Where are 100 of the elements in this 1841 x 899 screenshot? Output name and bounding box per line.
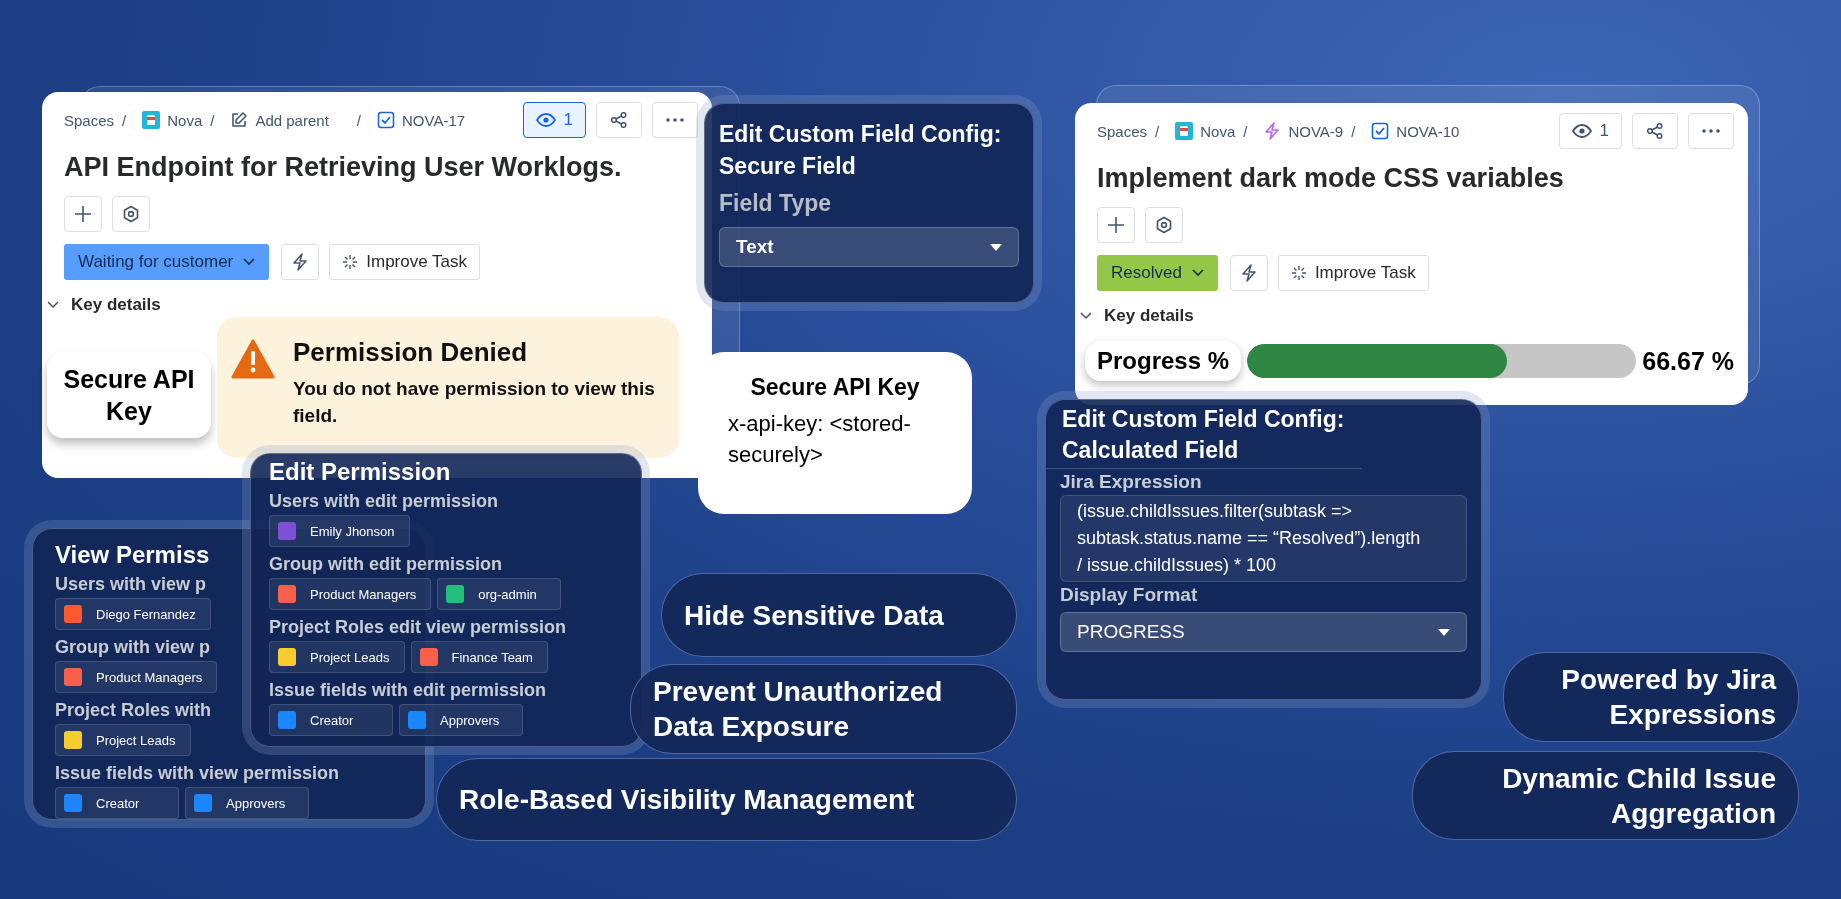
section-label: Group with view p bbox=[55, 637, 210, 658]
share-icon bbox=[610, 111, 628, 129]
lightning-icon bbox=[1263, 122, 1282, 140]
feature-label: Role-Based Visibility Management bbox=[436, 758, 1017, 841]
section-label: Users with edit permission bbox=[269, 491, 499, 512]
eye-icon bbox=[1571, 124, 1592, 138]
chevron-down-icon bbox=[1191, 269, 1204, 277]
add-button[interactable] bbox=[1097, 207, 1135, 243]
section-label: Project Roles with bbox=[55, 700, 212, 721]
automation-button[interactable] bbox=[281, 244, 320, 280]
breadcrumb-separator: / bbox=[1243, 122, 1248, 140]
panel-title: Edit Permission bbox=[269, 458, 451, 486]
space-icon bbox=[1175, 122, 1194, 140]
panel-title: View Permiss bbox=[55, 541, 210, 569]
feature-label: Dynamic Child Issue Aggregation bbox=[1412, 751, 1799, 840]
breadcrumb-link[interactable]: NOVA-9 bbox=[1263, 122, 1344, 140]
panel-title: Edit Custom Field Config: Calculated Field bbox=[1046, 404, 1362, 470]
user-chip[interactable]: Product Managers bbox=[55, 661, 218, 693]
eye-icon bbox=[535, 113, 556, 127]
checkbox-icon bbox=[377, 111, 395, 129]
section-label: Group with edit permission bbox=[269, 554, 502, 575]
chevron-down-icon bbox=[1080, 310, 1092, 322]
progress-value: 66.67 % bbox=[1642, 346, 1734, 376]
apps-button[interactable] bbox=[112, 196, 150, 232]
callout-value: x-api-key: <stored-securely> bbox=[728, 410, 912, 469]
more-button[interactable] bbox=[652, 102, 698, 138]
user-chip[interactable]: Creator bbox=[269, 704, 393, 736]
field-label: Progress % bbox=[1085, 341, 1242, 381]
user-chip[interactable]: Creator bbox=[55, 787, 179, 819]
breadcrumb-separator: / bbox=[210, 111, 215, 129]
user-chip[interactable]: Project Leads bbox=[269, 641, 405, 673]
section-label: Users with view p bbox=[55, 574, 207, 595]
field-label: Secure API Key bbox=[47, 352, 211, 438]
field-label: Jira Expression bbox=[1060, 471, 1203, 494]
user-chip[interactable]: Project Leads bbox=[55, 724, 191, 756]
user-chip[interactable]: org-admin bbox=[437, 578, 562, 610]
lightning-icon bbox=[1240, 264, 1257, 282]
notice-message: You do not have permission to view this field. bbox=[293, 377, 656, 428]
panel-title: Edit Custom Field Config: Secure Field bbox=[719, 120, 1003, 182]
breadcrumb-separator: / bbox=[1155, 122, 1160, 140]
improve-task-button[interactable]: Improve Task bbox=[329, 244, 481, 280]
automation-button[interactable] bbox=[1229, 255, 1268, 291]
breadcrumb-link[interactable]: NOVA-10 bbox=[1371, 122, 1460, 140]
select-field[interactable]: PROGRESS bbox=[1060, 612, 1467, 653]
issue-title: API Endpoint for Retrieving User Worklogs. bbox=[64, 151, 623, 184]
chevron-down-icon bbox=[243, 258, 256, 266]
issue-title: Implement dark mode CSS variables bbox=[1097, 162, 1565, 195]
watch-button[interactable]: 1 bbox=[1558, 113, 1622, 149]
add-button[interactable] bbox=[64, 196, 102, 232]
hexagon-icon bbox=[122, 205, 140, 223]
breadcrumb-link[interactable]: Add parent bbox=[230, 111, 329, 129]
user-chip[interactable]: Approvers bbox=[399, 704, 523, 736]
space-icon bbox=[142, 111, 161, 129]
chevron-down-icon bbox=[47, 299, 59, 311]
share-button[interactable] bbox=[596, 102, 642, 138]
key-details-toggle[interactable]: Key details bbox=[47, 292, 698, 318]
caret-icon bbox=[1438, 628, 1450, 636]
user-chip[interactable]: Product Managers bbox=[269, 578, 432, 610]
user-chip[interactable]: Finance Team bbox=[410, 641, 548, 673]
share-icon bbox=[1646, 122, 1664, 140]
breadcrumb-link[interactable]: Nova bbox=[142, 111, 203, 129]
plus-icon bbox=[1107, 216, 1125, 234]
user-chip[interactable]: Diego Fernandez bbox=[55, 598, 211, 630]
feature-label: Prevent Unauthorized Data Exposure bbox=[630, 664, 1017, 754]
feature-label: Powered by Jira Expressions bbox=[1503, 652, 1799, 742]
key-details-toggle[interactable]: Key details bbox=[1080, 303, 1734, 329]
field-label: Field Type bbox=[719, 190, 833, 218]
apps-button[interactable] bbox=[1145, 207, 1183, 243]
expression-field[interactable]: (issue.childIssues.filter(subtask => subtask.status.name == “Resolved”).length / issue.childIssues) * 100 bbox=[1060, 495, 1467, 583]
lightning-icon bbox=[292, 253, 309, 271]
breadcrumb-link[interactable]: Spaces bbox=[1097, 122, 1148, 140]
caret-icon bbox=[990, 243, 1002, 251]
watch-button[interactable]: 1 bbox=[522, 102, 586, 138]
select-field[interactable]: Text bbox=[719, 227, 1019, 268]
breadcrumb-link[interactable]: Spaces bbox=[64, 111, 115, 129]
more-button[interactable] bbox=[1688, 113, 1734, 149]
more-icon bbox=[1702, 129, 1720, 133]
breadcrumb-link[interactable]: Nova bbox=[1175, 122, 1236, 140]
section-label: Issue fields with view permission bbox=[55, 763, 340, 784]
checkbox-icon bbox=[1371, 122, 1390, 140]
warning-icon bbox=[231, 339, 275, 379]
user-chip[interactable]: Emily Jhonson bbox=[269, 515, 410, 547]
sparkle-icon bbox=[342, 254, 359, 270]
more-icon bbox=[666, 118, 684, 122]
field-label: Display Format bbox=[1060, 584, 1199, 607]
breadcrumb-link[interactable]: NOVA-17 bbox=[377, 111, 466, 129]
breadcrumb-separator: / bbox=[356, 111, 361, 129]
sparkle-icon bbox=[1290, 265, 1307, 281]
pencil-icon bbox=[230, 111, 249, 129]
improve-task-button[interactable]: Improve Task bbox=[1277, 255, 1429, 291]
section-label: Project Roles edit view permission bbox=[269, 617, 567, 638]
status-dropdown[interactable]: Resolved bbox=[1097, 255, 1218, 291]
status-dropdown[interactable]: Waiting for customer bbox=[64, 244, 270, 280]
section-label: Issue fields with edit permission bbox=[269, 680, 547, 701]
share-button[interactable] bbox=[1632, 113, 1678, 149]
notice-title: Permission Denied bbox=[293, 337, 529, 368]
breadcrumb-separator: / bbox=[1351, 122, 1356, 140]
user-chip[interactable]: Approvers bbox=[185, 787, 309, 819]
feature-label: Hide Sensitive Data bbox=[661, 573, 1017, 657]
breadcrumb-separator: / bbox=[122, 111, 127, 129]
